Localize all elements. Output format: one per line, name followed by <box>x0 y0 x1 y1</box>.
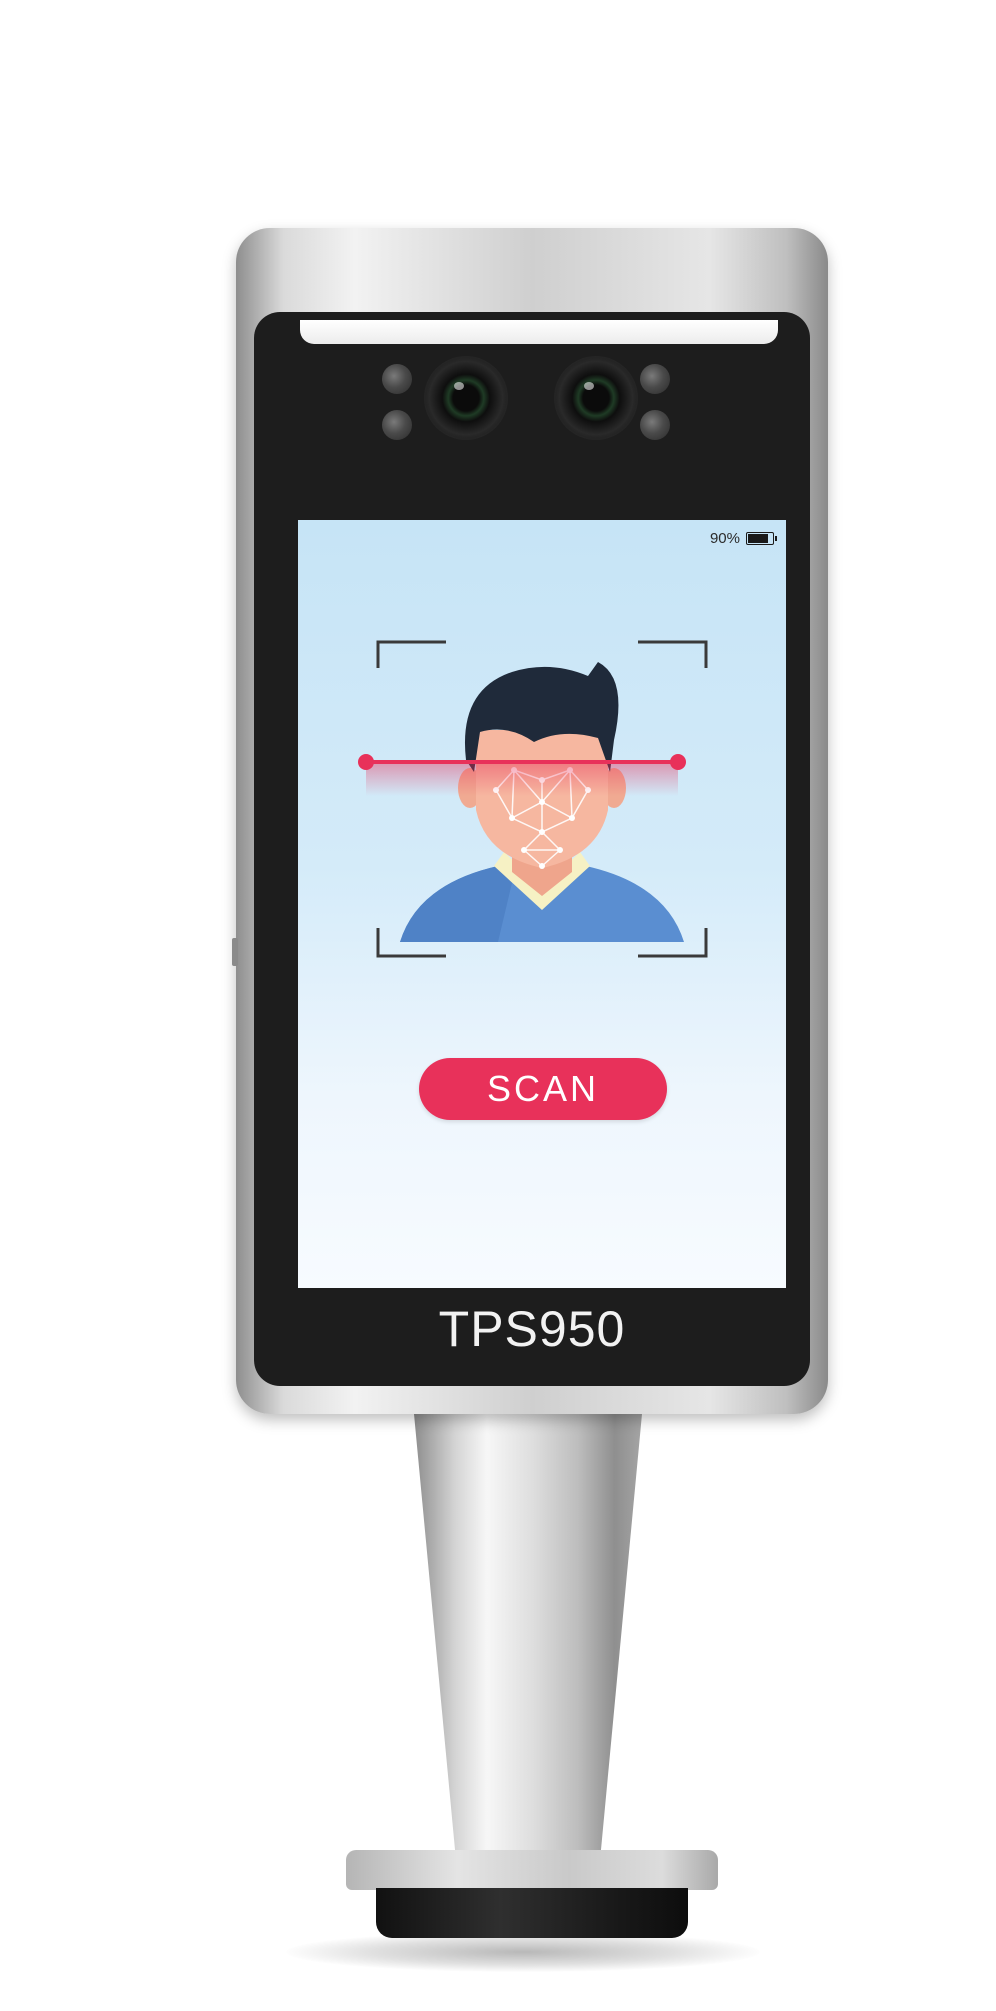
scan-line-end <box>670 754 686 770</box>
face-scan-icon <box>358 640 708 958</box>
battery-icon <box>746 532 777 545</box>
ir-led-icon <box>640 364 670 394</box>
ir-led-icon <box>382 364 412 394</box>
scan-glow <box>366 762 678 796</box>
face-recognition-terminal: 90% SCAN TPS950 <box>232 228 828 1414</box>
product-image: 90% SCAN TPS950 <box>0 0 996 2011</box>
display-screen: 90% SCAN <box>298 520 786 1288</box>
stand-base-plate <box>346 1850 718 1890</box>
model-label: TPS950 <box>438 1301 626 1357</box>
stand-pole <box>414 1414 642 1850</box>
battery-percent: 90% <box>709 530 740 547</box>
ir-led-icon <box>640 410 670 440</box>
light-bar <box>300 320 778 344</box>
scan-button[interactable]: SCAN <box>419 1058 667 1120</box>
stand-base-foot <box>376 1888 688 1938</box>
scan-line-end <box>358 754 374 770</box>
camera-icon <box>424 356 508 440</box>
camera-icon <box>554 356 638 440</box>
ir-led-icon <box>382 410 412 440</box>
floor-shadow <box>286 1932 760 1972</box>
side-button[interactable] <box>232 938 238 966</box>
status-bar: 90% <box>709 530 777 547</box>
